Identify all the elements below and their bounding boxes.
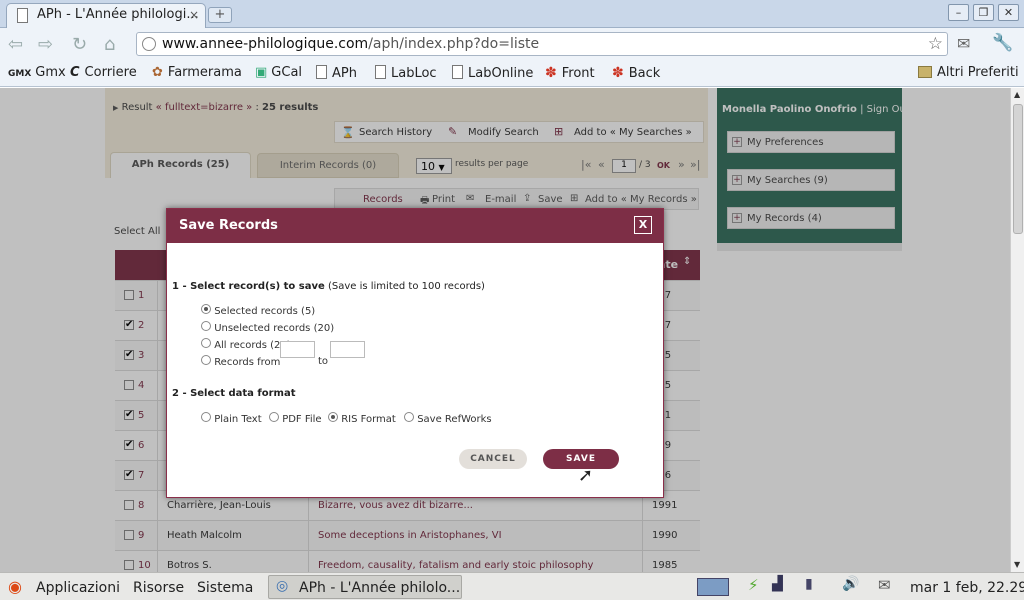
volume-icon[interactable]: 🔊	[842, 576, 859, 592]
scroll-thumb[interactable]	[1013, 104, 1023, 234]
page-icon	[17, 8, 28, 23]
radio-pdf[interactable]	[269, 412, 279, 422]
bookmark-front[interactable]: ✽ Front	[545, 65, 595, 81]
option-selected[interactable]: Selected records (5)	[201, 304, 315, 317]
power-icon[interactable]: ⚡	[748, 576, 759, 594]
format-plain-text[interactable]: Plain Text	[201, 412, 262, 425]
new-tab-button[interactable]: +	[208, 7, 232, 23]
browser-tab[interactable]: APh - L'Année philologi... ×	[6, 3, 206, 28]
save-records-dialog: Save Records X 1 - Select record(s) to s…	[166, 208, 664, 498]
minimize-button[interactable]: –	[948, 4, 969, 21]
radio-unselected[interactable]	[201, 321, 211, 331]
menu-applications[interactable]: Applicazioni	[36, 580, 120, 596]
battery-icon[interactable]: ▮	[805, 576, 813, 592]
page-icon	[375, 65, 386, 79]
mail-icon[interactable]: ✉	[878, 576, 891, 594]
page-icon	[316, 65, 327, 79]
page-content: ▶ Result « fulltext=bizarre » : 25 resul…	[0, 88, 1010, 572]
dialog-close-button[interactable]: X	[634, 216, 652, 234]
format-refworks[interactable]: Save RefWorks	[404, 412, 492, 425]
bookmark-farmerama[interactable]: ✿ Farmerama	[152, 65, 242, 80]
option-all[interactable]: All records (25)	[201, 338, 291, 351]
url-path: /aph/index.php?do=liste	[368, 36, 540, 52]
option-range[interactable]: Records from	[201, 355, 280, 368]
forward-arrow-icon[interactable]: ⇨	[38, 34, 53, 55]
bookmark-labonline[interactable]: LabOnline	[452, 65, 533, 81]
range-from-input[interactable]	[280, 341, 315, 358]
clock[interactable]: mar 1 feb, 22.29	[910, 580, 1024, 596]
radio-ris[interactable]	[328, 412, 338, 422]
flower-icon: ✽	[612, 65, 624, 81]
bookmark-star-icon[interactable]: ☆	[928, 34, 943, 54]
bookmark-corriere[interactable]: C Corriere	[70, 65, 137, 80]
bookmarks-bar: GMX Gmx C Corriere ✿ Farmerama ▣ GCal APh La…	[0, 60, 1024, 87]
radio-refworks[interactable]	[404, 412, 414, 422]
bookmark-other[interactable]: Altri Preferiti	[918, 65, 1019, 80]
taskbar-window-button[interactable]: ◎ APh - L'Année philolo...	[268, 575, 462, 599]
signal-icon[interactable]: ▟	[772, 576, 783, 592]
corriere-icon: C	[70, 65, 80, 80]
range-to-input[interactable]	[330, 341, 365, 358]
scrollbar[interactable]: ▲ ▼	[1010, 88, 1024, 572]
format-ris[interactable]: RIS Format	[328, 412, 396, 425]
step1-heading: 1 - Select record(s) to save (Save is li…	[172, 281, 485, 292]
reload-icon[interactable]: ↻	[72, 34, 87, 55]
page-icon	[452, 65, 463, 79]
back-arrow-icon[interactable]: ⇦	[8, 34, 23, 55]
bookmark-labloc[interactable]: LabLoc	[375, 65, 437, 81]
bookmark-gmx[interactable]: GMX Gmx	[8, 65, 66, 80]
system-taskbar: ◉ Applicazioni Risorse Sistema ◎ APh - L…	[0, 572, 1024, 600]
scroll-up-icon[interactable]: ▲	[1014, 90, 1020, 99]
radio-range[interactable]	[201, 355, 211, 365]
url-domain: www.annee-philologique.com	[162, 36, 369, 52]
wrench-icon[interactable]: 🔧	[992, 33, 1013, 53]
radio-selected[interactable]	[201, 304, 211, 314]
tab-close-icon[interactable]: ×	[189, 8, 199, 22]
mail-icon[interactable]: ✉	[957, 34, 970, 53]
radio-plain-text[interactable]	[201, 412, 211, 422]
menu-places[interactable]: Risorse	[133, 580, 184, 596]
maximize-button[interactable]: ❐	[973, 4, 994, 21]
bookmark-aph[interactable]: APh	[316, 65, 357, 81]
scroll-down-icon[interactable]: ▼	[1014, 560, 1020, 569]
mouse-cursor-icon: ➚	[578, 465, 594, 486]
step2-heading: 2 - Select data format	[172, 388, 296, 399]
close-window-button[interactable]: ✕	[998, 4, 1019, 21]
workspace-switcher[interactable]	[697, 578, 729, 596]
range-to-label: to	[318, 356, 329, 367]
gmx-icon: GMX	[8, 69, 32, 79]
address-bar[interactable]: www.annee-philologique.com/aph/index.php…	[136, 32, 948, 56]
browser-icon: ◎	[276, 578, 289, 594]
cancel-button[interactable]: CANCEL	[459, 449, 527, 469]
format-pdf[interactable]: PDF File	[269, 412, 322, 425]
bookmark-back[interactable]: ✽ Back	[612, 65, 660, 81]
bookmark-gcal[interactable]: ▣ GCal	[255, 65, 302, 80]
home-icon[interactable]: ⌂	[104, 34, 115, 55]
folder-icon	[918, 66, 932, 78]
menu-system[interactable]: Sistema	[197, 580, 253, 596]
flower-icon: ✽	[545, 65, 557, 81]
globe-icon	[142, 37, 156, 51]
ubuntu-icon: ◉	[8, 577, 22, 596]
google-icon: ▣	[255, 65, 268, 80]
dialog-title: Save Records	[167, 209, 663, 243]
radio-all[interactable]	[201, 338, 211, 348]
tab-title: APh - L'Année philologi...	[37, 7, 199, 22]
farmerama-icon: ✿	[152, 65, 163, 80]
option-unselected[interactable]: Unselected records (20)	[201, 321, 334, 334]
